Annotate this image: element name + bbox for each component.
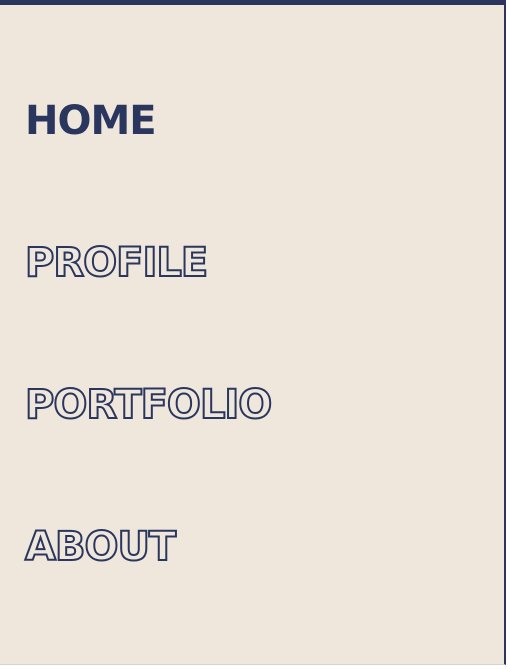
nav-item-about[interactable]: ABOUT	[24, 526, 177, 568]
nav-item-home[interactable]: HOME	[25, 101, 157, 141]
nav-item-profile[interactable]: PROFILE	[24, 242, 209, 284]
nav-item-portfolio[interactable]: PORTFOLIO	[24, 384, 273, 426]
nav-menu-panel: HOME PROFILE PORTFOLIO ABOUT	[0, 0, 506, 665]
